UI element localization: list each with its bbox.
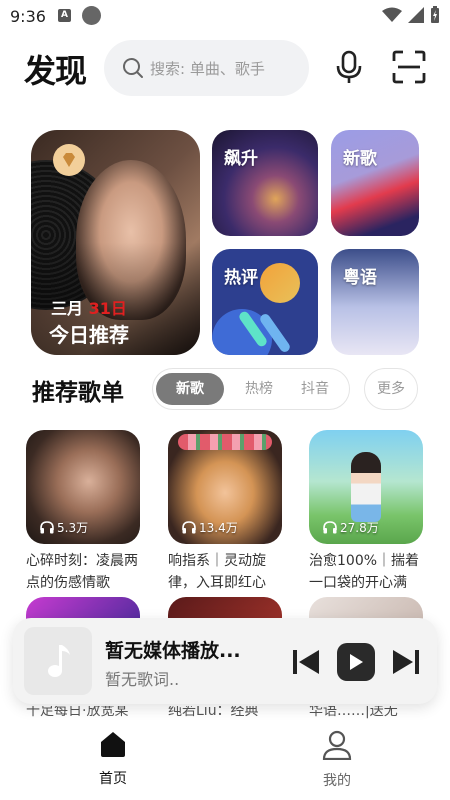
hero-date: 三月 31日	[51, 295, 127, 319]
status-time: 9:36	[10, 7, 46, 26]
more-button[interactable]: 更多	[364, 368, 418, 410]
play-count: 5.3万	[40, 519, 88, 536]
tile-new-songs-label: 新歌	[343, 149, 377, 169]
nav-home-label: 首页	[99, 771, 127, 787]
playlist-name-partial: 华语……|送无	[309, 706, 398, 719]
tile-hot-comments[interactable]: 热评	[212, 249, 318, 355]
home-icon	[101, 732, 125, 757]
headphones-icon	[40, 521, 54, 534]
playlist-name: 响指系｜灵动旋律，入耳即红心	[168, 553, 266, 591]
play-count: 27.8万	[323, 519, 379, 536]
headphones-icon	[323, 521, 337, 534]
tab-douyin[interactable]: 抖音	[281, 373, 349, 405]
notification-dot-icon	[82, 6, 101, 25]
tab-new-songs[interactable]: 新歌	[156, 373, 224, 405]
playlist-cover: 5.3万	[26, 430, 140, 544]
search-placeholder: 搜索: 单曲、歌手	[150, 59, 265, 78]
playlist-name-partial: 纯若Liu：经典	[168, 706, 259, 719]
user-icon	[322, 730, 352, 761]
headphones-icon	[182, 521, 196, 534]
playlist-section-title: 推荐歌单	[32, 380, 124, 406]
search-icon	[123, 58, 143, 78]
hero-day: 31日	[88, 299, 127, 318]
tile-rising-label: 飙升	[224, 149, 258, 169]
playlist-cover: 13.4万	[168, 430, 282, 544]
tile-rising[interactable]: 飙升	[212, 130, 318, 236]
play-count-value: 27.8万	[340, 521, 379, 535]
status-icons	[382, 6, 440, 24]
playlist-name: 心碎时刻：凌晨两点的伤感情歌	[26, 553, 138, 591]
search-bar[interactable]: 搜索: 单曲、歌手	[104, 40, 309, 96]
play-count: 13.4万	[182, 519, 238, 536]
bottom-nav: 首页 我的	[0, 720, 450, 800]
music-note-icon	[48, 645, 70, 677]
play-count-value: 13.4万	[199, 521, 238, 535]
tile-cantonese[interactable]: 粤语	[331, 249, 419, 355]
signal-icon	[408, 7, 424, 23]
tile-new-songs[interactable]: 新歌	[331, 130, 419, 236]
hero-month: 三月	[51, 299, 84, 318]
playlist-cover: 27.8万	[309, 430, 423, 544]
daily-recommend-card[interactable]: 三月 31日 今日推荐	[31, 130, 200, 355]
playlist-name: 治愈100%｜揣着一口袋的开心满	[309, 553, 420, 591]
play-button[interactable]	[337, 643, 375, 681]
player-title: 暂无媒体播放...	[105, 640, 241, 662]
app-notification-icon: A	[58, 9, 71, 22]
hero-label: 今日推荐	[49, 323, 129, 347]
next-track-icon[interactable]	[391, 648, 421, 676]
playlist-name-partial: 十足每日·放宽某	[26, 706, 129, 719]
playlist-tabs: 新歌 热榜 抖音	[152, 368, 350, 410]
tile-hot-comments-label: 热评	[224, 268, 258, 288]
nav-mine[interactable]: 我的	[297, 730, 377, 790]
page-title: 发现	[24, 52, 87, 90]
previous-track-icon[interactable]	[291, 648, 321, 676]
diamond-icon	[53, 144, 85, 176]
playlist-card[interactable]: 13.4万 响指系｜灵动旋律，入耳即红心	[168, 430, 282, 594]
battery-icon	[431, 6, 439, 23]
status-bar: 9:36 A	[0, 0, 450, 32]
nav-mine-label: 我的	[323, 773, 351, 789]
play-icon	[350, 654, 363, 670]
header: 发现 搜索: 单曲、歌手	[0, 38, 450, 98]
play-count-value: 5.3万	[57, 521, 89, 535]
player-subtitle: 暂无歌词..	[105, 670, 180, 689]
mini-player[interactable]: 暂无媒体播放... 暂无歌词..	[13, 618, 437, 704]
playlist-card[interactable]: 27.8万 治愈100%｜揣着一口袋的开心满	[309, 430, 423, 594]
nav-home[interactable]: 首页	[73, 730, 153, 788]
playlist-card[interactable]: 5.3万 心碎时刻：凌晨两点的伤感情歌	[26, 430, 140, 594]
microphone-icon[interactable]	[334, 50, 364, 84]
wifi-icon	[382, 7, 402, 22]
scan-icon[interactable]	[392, 50, 426, 84]
player-artwork	[24, 627, 92, 695]
tile-cantonese-label: 粤语	[343, 268, 377, 288]
